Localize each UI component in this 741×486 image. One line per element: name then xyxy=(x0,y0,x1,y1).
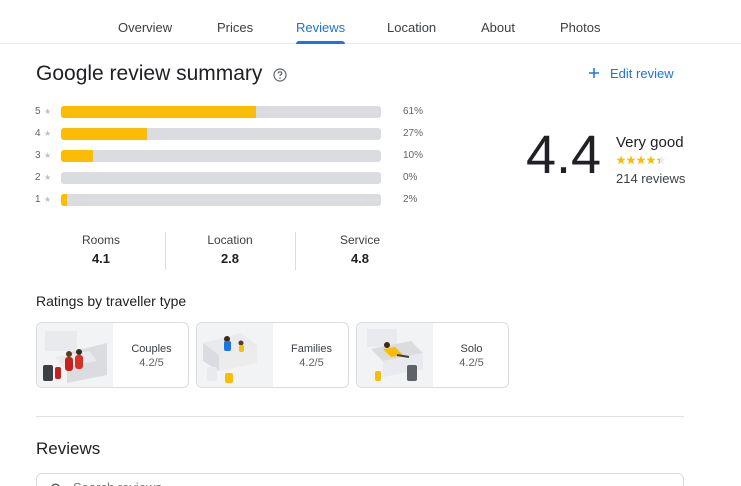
histogram-fill xyxy=(61,150,93,162)
histogram-row-1: 1 ★ 2% xyxy=(35,192,417,206)
traveller-type-rating: 4.2/5 xyxy=(459,357,484,369)
category-label: Location xyxy=(207,233,253,247)
histogram-star-number: 2 xyxy=(35,171,41,183)
active-tab-indicator xyxy=(296,41,345,44)
edit-review-button[interactable]: Edit review xyxy=(588,64,674,82)
star-icon xyxy=(646,155,656,165)
category-label: Rooms xyxy=(81,233,120,247)
star-rating-icon xyxy=(616,155,666,165)
star-icon xyxy=(616,155,626,165)
category-value: 4.1 xyxy=(91,251,111,266)
solo-illustration-icon xyxy=(357,323,433,387)
histogram-star-number: 1 xyxy=(35,193,41,205)
review-search-input[interactable] xyxy=(73,480,373,486)
histogram-star-number: 5 xyxy=(35,105,41,117)
star-icon: ★ xyxy=(44,194,52,204)
traveller-card-couples[interactable]: Couples 4.2/5 xyxy=(36,322,189,388)
histogram-bar xyxy=(61,128,381,140)
histogram-row-4: 4 ★ 27% xyxy=(35,126,423,140)
tab-overview[interactable]: Overview xyxy=(118,20,172,35)
plus-icon xyxy=(589,68,599,78)
histogram-bar xyxy=(61,194,381,206)
star-icon: ★ xyxy=(44,128,52,138)
traveller-type-rating: 4.2/5 xyxy=(139,357,164,369)
histogram-fill xyxy=(61,128,148,140)
couples-illustration-icon xyxy=(37,323,113,387)
histogram-fill xyxy=(61,194,68,206)
families-illustration-icon xyxy=(197,323,273,387)
histogram-row-5: 5 ★ 61% xyxy=(35,104,423,118)
traveller-card-solo[interactable]: Solo 4.2/5 xyxy=(356,322,509,388)
traveller-card-families[interactable]: Families 4.2/5 xyxy=(196,322,349,388)
tab-location[interactable]: Location xyxy=(387,20,436,35)
star-icon: ★ xyxy=(44,150,52,160)
tab-bar: Overview Prices Reviews Location About P… xyxy=(0,0,741,44)
traveller-type-name: Couples xyxy=(131,343,172,355)
star-icon xyxy=(626,155,636,165)
histogram-bar xyxy=(61,172,381,184)
overall-rating: 4.4 xyxy=(526,125,602,185)
histogram-percent: 10% xyxy=(403,150,424,161)
histogram-star-number: 4 xyxy=(35,127,41,139)
star-icon xyxy=(656,155,666,165)
reviews-heading: Reviews xyxy=(36,439,101,458)
traveller-type-name: Families xyxy=(291,343,332,355)
histogram-percent: 0% xyxy=(403,172,418,183)
histogram-fill xyxy=(61,106,257,118)
histogram-percent: 2% xyxy=(403,194,418,205)
category-label: Service xyxy=(339,233,380,247)
histogram-row-2: 2 ★ 0% xyxy=(35,170,417,184)
traveller-type-name: Solo xyxy=(460,343,483,355)
rating-verdict: Very good xyxy=(616,134,684,151)
histogram-star-number: 3 xyxy=(35,149,41,161)
star-icon: ★ xyxy=(44,106,52,116)
review-search-box[interactable] xyxy=(36,473,684,486)
histogram-row-3: 3 ★ 10% xyxy=(35,148,423,162)
star-icon: ★ xyxy=(44,172,52,182)
traveller-type-heading: Ratings by traveller type xyxy=(36,293,187,309)
histogram-bar xyxy=(61,150,381,162)
category-service: Service 4.8 xyxy=(295,233,425,266)
traveller-type-rating: 4.2/5 xyxy=(299,357,324,369)
category-value: 4.8 xyxy=(350,251,370,266)
category-rooms: Rooms 4.1 xyxy=(36,233,166,266)
edit-review-label: Edit review xyxy=(610,65,674,81)
tab-reviews[interactable]: Reviews xyxy=(296,20,345,35)
histogram-bar xyxy=(61,106,381,118)
tab-photos[interactable]: Photos xyxy=(560,20,600,35)
star-icon xyxy=(636,155,646,165)
tab-prices[interactable]: Prices xyxy=(217,20,253,35)
tab-about[interactable]: About xyxy=(481,20,515,35)
category-value: 2.8 xyxy=(220,251,240,266)
category-location: Location 2.8 xyxy=(165,233,295,266)
section-divider xyxy=(36,416,684,417)
review-count: 214 reviews xyxy=(616,171,686,186)
histogram-percent: 61% xyxy=(403,106,424,117)
help-icon[interactable] xyxy=(273,68,287,82)
review-summary-title: Google review summary xyxy=(36,62,263,85)
histogram-percent: 27% xyxy=(403,128,424,139)
